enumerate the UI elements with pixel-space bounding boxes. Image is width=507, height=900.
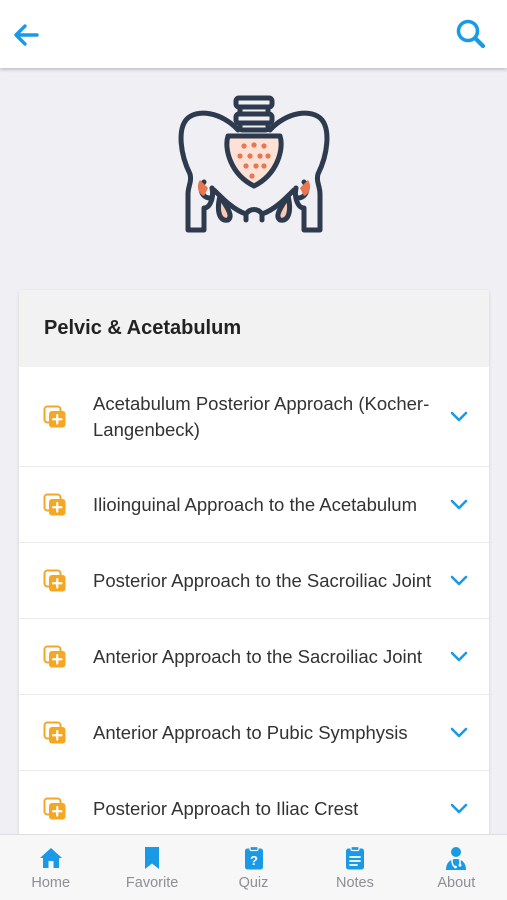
bottom-navigation: Home Favorite ? Quiz Notes About: [0, 834, 507, 900]
section-card: Pelvic & Acetabulum Acetabulum Posterior…: [19, 290, 489, 850]
list-item[interactable]: Posterior Approach to the Sacroiliac Joi…: [19, 543, 489, 619]
nav-favorite[interactable]: Favorite: [101, 835, 202, 900]
nav-home-label: Home: [31, 875, 71, 891]
svg-text:?: ?: [250, 853, 258, 868]
list-item-label: Acetabulum Posterior Approach (Kocher-La…: [93, 392, 430, 440]
nav-home[interactable]: Home: [0, 835, 101, 900]
home-icon: [39, 848, 62, 868]
arrow-left-icon: [14, 24, 39, 46]
nav-favorite-label: Favorite: [125, 875, 179, 891]
chevron-down-icon[interactable]: [449, 410, 469, 424]
quiz-clipboard-icon: ?: [244, 845, 263, 870]
nav-notes-label: Notes: [335, 875, 374, 891]
doctor-icon: [446, 847, 467, 870]
list-item-label: Posterior Approach to Iliac Crest: [93, 797, 359, 819]
add-to-list-icon: [43, 569, 66, 591]
list-item[interactable]: Anterior Approach to Pubic Symphysis: [19, 695, 489, 771]
hero-banner: [0, 90, 507, 250]
section-title: Pelvic & Acetabulum: [44, 317, 242, 339]
chevron-down-icon[interactable]: [449, 574, 469, 588]
nav-about-label: About: [437, 875, 476, 891]
nav-quiz[interactable]: ? Quiz: [203, 835, 304, 900]
list-item[interactable]: Ilioinguinal Approach to the Acetabulum: [19, 467, 489, 543]
search-icon: [456, 19, 486, 49]
nav-notes[interactable]: Notes: [304, 835, 405, 900]
list-item[interactable]: Acetabulum Posterior Approach (Kocher-La…: [19, 367, 489, 467]
nav-quiz-label: Quiz: [238, 875, 269, 891]
chevron-down-icon[interactable]: [449, 650, 469, 664]
add-to-list-icon: [43, 405, 66, 427]
pelvis-illustration-icon: [178, 95, 329, 233]
list-item-label: Posterior Approach to the Sacroiliac Joi…: [93, 569, 432, 591]
back-button[interactable]: [10, 18, 44, 52]
add-to-list-icon: [43, 721, 66, 743]
chevron-down-icon[interactable]: [449, 802, 469, 816]
section-header: Pelvic & Acetabulum: [19, 290, 489, 367]
nav-about[interactable]: About: [406, 835, 507, 900]
chevron-down-icon[interactable]: [449, 498, 469, 512]
list-item-label: Anterior Approach to Pubic Symphysis: [93, 721, 408, 743]
bookmark-icon: [145, 847, 160, 869]
list-item-label: Ilioinguinal Approach to the Acetabulum: [93, 493, 417, 515]
add-to-list-icon: [43, 645, 66, 667]
chevron-down-icon[interactable]: [449, 726, 469, 740]
top-app-bar: [0, 0, 507, 68]
add-to-list-icon: [43, 493, 66, 515]
list-item-label: Anterior Approach to the Sacroiliac Join…: [93, 645, 423, 667]
app-screen: Pelvic & Acetabulum Acetabulum Posterior…: [0, 0, 507, 900]
search-button[interactable]: [453, 16, 489, 52]
add-to-list-icon: [43, 797, 66, 819]
list-item[interactable]: Anterior Approach to the Sacroiliac Join…: [19, 619, 489, 695]
notes-clipboard-icon: [345, 845, 364, 870]
